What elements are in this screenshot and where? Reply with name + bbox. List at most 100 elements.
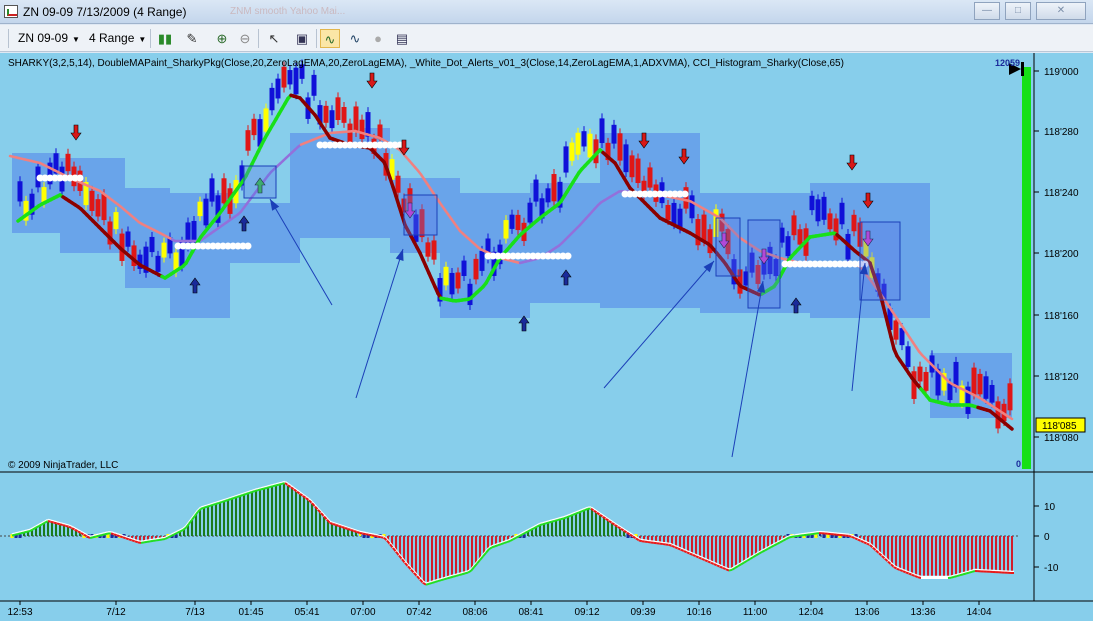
candle-body	[155, 255, 161, 272]
candle-body	[125, 231, 131, 247]
cci-line	[443, 577, 448, 581]
toolbar-separator	[316, 29, 317, 48]
cci-line	[335, 524, 340, 527]
cci-line	[260, 487, 265, 491]
candle-body	[479, 250, 485, 271]
cci-line	[239, 494, 244, 497]
cci-line	[716, 564, 721, 568]
candle-body	[161, 242, 167, 258]
chart-style-icon[interactable]: ▮▮	[155, 29, 175, 48]
candle-body	[953, 361, 959, 388]
cci-line	[527, 528, 532, 533]
toolbar-grip	[8, 29, 9, 48]
cci-line	[698, 556, 703, 560]
cci-line	[560, 517, 565, 521]
cci-line	[113, 533, 118, 537]
cci-line	[677, 547, 682, 551]
cci-line	[512, 536, 517, 541]
candle-body	[221, 178, 227, 204]
candle-body	[209, 178, 215, 202]
candle-body	[689, 195, 695, 219]
copyright-label: © 2009 NinjaTrader, LLC	[8, 460, 118, 471]
candle-body	[281, 66, 287, 88]
white-dot	[681, 190, 689, 198]
cci-line	[578, 510, 583, 514]
pointer-icon[interactable]: ↖	[264, 29, 284, 48]
window-title: ZN 09-09 7/13/2009 (4 Range)	[23, 5, 187, 19]
last-price-label: 118'085	[1042, 421, 1077, 432]
cci-line	[491, 545, 496, 549]
candle-body	[695, 219, 701, 246]
candle-body	[683, 187, 689, 209]
cci-line	[209, 503, 214, 507]
cci-line	[674, 546, 679, 550]
cci-line	[956, 574, 961, 578]
candle-body	[545, 188, 551, 203]
candle-body	[251, 118, 257, 136]
chart-panel[interactable]: SHARKY(3,2,5,14), DoubleMAPaint_SharkyPk…	[0, 53, 1093, 621]
cci-line	[914, 575, 919, 579]
cci-line	[230, 497, 235, 500]
toolbar-separator	[258, 29, 259, 48]
time-tick-label: 12:53	[7, 607, 32, 618]
cci-line	[47, 520, 52, 523]
candle-body	[821, 196, 827, 220]
data-box-icon[interactable]: ▣	[292, 29, 312, 48]
minimize-button[interactable]: —	[974, 2, 1000, 20]
properties-icon[interactable]: ▤	[392, 29, 412, 48]
time-tick-label: 12:04	[798, 607, 823, 618]
time-tick-label: 08:41	[518, 607, 543, 618]
highlight-box	[403, 194, 438, 236]
white-dot	[76, 174, 84, 182]
candle-body	[791, 215, 797, 236]
cci-line	[905, 571, 910, 575]
cci-line	[965, 571, 970, 575]
period-selector[interactable]: 4 Range ▼	[89, 30, 146, 48]
candle-body	[785, 236, 791, 257]
candle-body	[197, 201, 203, 217]
cci-line	[785, 536, 790, 541]
candle-body	[587, 133, 593, 158]
indicators-icon[interactable]: ∿	[345, 29, 365, 48]
chart-window-icon	[4, 5, 18, 18]
cci-line	[338, 525, 343, 528]
zoom-in-icon[interactable]: ⊕	[212, 29, 232, 48]
candle-body	[551, 174, 557, 202]
time-tick-label: 05:41	[294, 607, 319, 618]
cci-line	[14, 533, 19, 536]
cci-line	[695, 555, 700, 559]
chevron-down-icon: ▼	[72, 35, 80, 44]
cci-line	[50, 520, 55, 524]
zoom-out-icon[interactable]: ⊖	[235, 29, 255, 48]
close-button[interactable]: ✕	[1036, 2, 1086, 20]
chart-canvas[interactable]: SHARKY(3,2,5,14), DoubleMAPaint_SharkyPk…	[0, 53, 1093, 621]
candle-body	[983, 376, 989, 399]
cci-line	[176, 530, 181, 534]
candle-body	[203, 198, 209, 226]
candle-body	[905, 346, 911, 367]
cci-line	[959, 573, 964, 577]
cci-line	[263, 486, 268, 490]
cci-line	[704, 559, 709, 563]
draw-pen-icon[interactable]: ✎	[182, 29, 202, 48]
instrument-selector[interactable]: ZN 09-09 ▼	[18, 30, 80, 48]
cci-line	[713, 563, 718, 567]
cci-line	[251, 490, 256, 493]
cci-line	[638, 539, 643, 543]
strategies-icon[interactable]: ∿	[320, 29, 340, 48]
cci-line	[701, 557, 706, 562]
cci-line	[425, 582, 430, 586]
cci-line	[275, 483, 280, 487]
maximize-button[interactable]: □	[1005, 2, 1031, 20]
corner-counter: 12059	[995, 58, 1020, 68]
candle-body	[341, 106, 347, 123]
cci-line	[545, 521, 550, 525]
cci-line	[896, 567, 901, 571]
cci-line	[206, 504, 211, 508]
globe-icon[interactable]: ●	[368, 29, 388, 48]
cci-line	[788, 535, 793, 539]
cci-line	[437, 579, 442, 583]
candle-body	[89, 190, 95, 211]
cci-line	[908, 572, 913, 576]
cci-line	[494, 544, 499, 548]
